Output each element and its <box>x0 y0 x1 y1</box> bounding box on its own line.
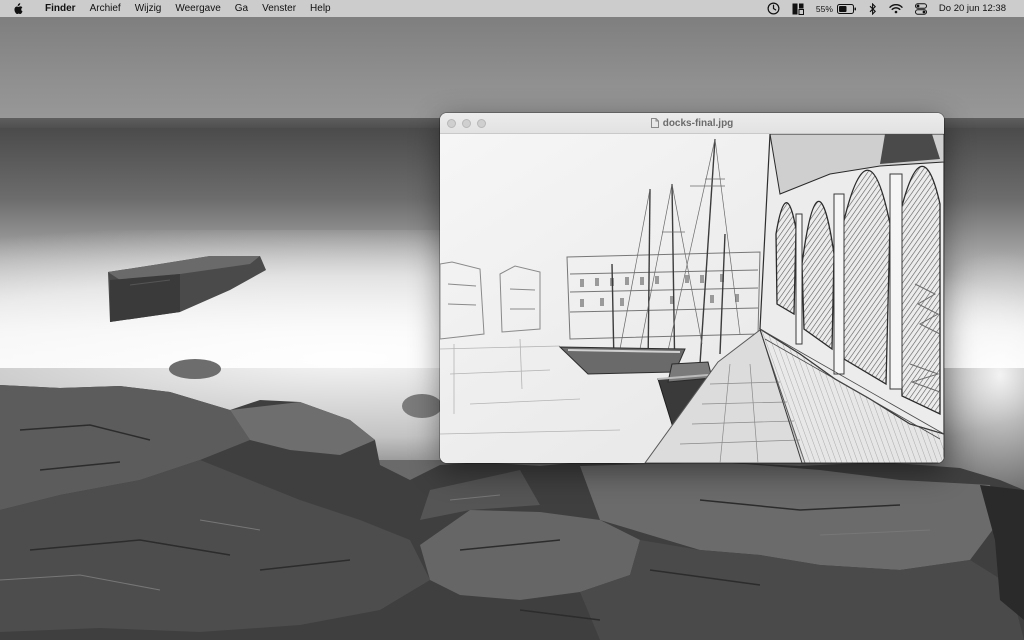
preview-window[interactable]: docks-final.jpg <box>440 113 944 463</box>
menu-ga[interactable]: Ga <box>228 0 255 17</box>
menu-help[interactable]: Help <box>303 0 338 17</box>
window-titlebar[interactable]: docks-final.jpg <box>440 113 944 134</box>
menu-weergave[interactable]: Weergave <box>168 0 227 17</box>
apple-logo-icon[interactable] <box>12 2 28 15</box>
window-layout-icon[interactable] <box>792 0 804 17</box>
menu-bar: Finder Archief Wijzig Weergave Ga Venste… <box>0 0 1024 17</box>
wallpaper-distant-rock <box>108 256 266 322</box>
minimize-button[interactable] <box>462 118 471 128</box>
window-title-text: docks-final.jpg <box>662 117 734 129</box>
zoom-button[interactable] <box>477 118 486 128</box>
image-file-icon <box>650 118 659 128</box>
bluetooth-icon[interactable] <box>869 0 877 17</box>
window-title: docks-final.jpg <box>440 113 944 133</box>
battery-icon <box>836 3 856 14</box>
battery-percentage: 55% <box>815 3 833 14</box>
menubar-clock[interactable]: Do 20 jun 12:38 <box>939 3 1006 14</box>
menu-app-finder[interactable]: Finder <box>38 0 83 17</box>
menu-venster[interactable]: Venster <box>255 0 303 17</box>
control-center-icon[interactable] <box>914 0 927 17</box>
clock-icon[interactable] <box>767 0 780 17</box>
battery-status[interactable]: 55% <box>815 3 857 14</box>
menu-wijzig[interactable]: Wijzig <box>128 0 169 17</box>
close-button[interactable] <box>447 118 456 128</box>
wallpaper-sky <box>0 0 1024 130</box>
sketch-image <box>440 134 944 463</box>
menu-archief[interactable]: Archief <box>83 0 128 17</box>
window-controls <box>447 118 486 128</box>
wifi-icon[interactable] <box>889 0 903 17</box>
